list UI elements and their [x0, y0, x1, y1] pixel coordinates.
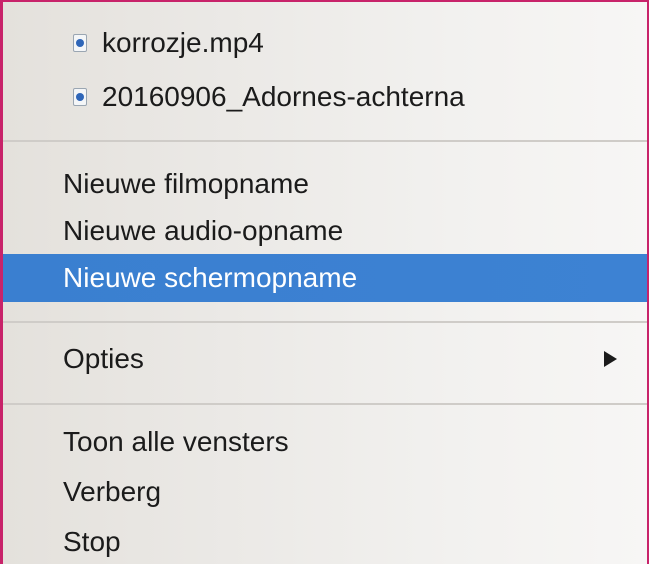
submenu-arrow-icon [604, 351, 617, 367]
menu-item-label: Nieuwe schermopname [63, 262, 358, 293]
menu-item-label: Stop [63, 526, 121, 557]
dock-context-menu: korrozje.mp4 20160906_Adornes-achterna N… [3, 2, 647, 564]
menu-item-label: Nieuwe audio-opname [63, 215, 344, 246]
menu-item-options[interactable]: Opties [3, 336, 647, 382]
menu-item-quit[interactable]: Stop [3, 520, 647, 564]
menu-item-label: Nieuwe filmopname [63, 168, 309, 199]
menu-item-label: Opties [63, 343, 144, 374]
menu-separator [3, 321, 647, 323]
menu-separator [3, 140, 647, 142]
menu-item-new-screen-recording[interactable]: Nieuwe schermopname [3, 254, 647, 302]
screenshot-frame: korrozje.mp4 20160906_Adornes-achterna N… [0, 0, 649, 564]
video-file-icon [73, 88, 87, 106]
recent-file-label: korrozje.mp4 [102, 27, 264, 58]
menu-item-show-all-windows[interactable]: Toon alle vensters [3, 420, 647, 464]
menu-item-hide[interactable]: Verberg [3, 470, 647, 514]
video-file-icon [73, 34, 87, 52]
menu-separator [3, 403, 647, 405]
menu-item-new-audio-recording[interactable]: Nieuwe audio-opname [3, 209, 647, 253]
recent-file-item[interactable]: korrozje.mp4 [3, 20, 647, 66]
recent-file-label: 20160906_Adornes-achterna [102, 81, 465, 112]
recent-file-item[interactable]: 20160906_Adornes-achterna [3, 74, 647, 120]
menu-item-new-movie-recording[interactable]: Nieuwe filmopname [3, 162, 647, 206]
menu-item-label: Toon alle vensters [63, 426, 289, 457]
menu-item-label: Verberg [63, 476, 162, 507]
